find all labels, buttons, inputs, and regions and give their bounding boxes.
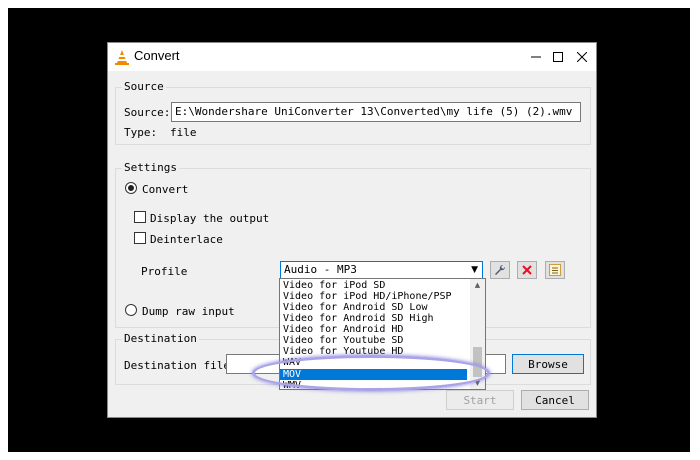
- source-group-label: Source: [122, 80, 166, 93]
- profile-option[interactable]: Video for Android SD High: [283, 313, 434, 324]
- profile-option[interactable]: Video for iPod HD/iPhone/PSP: [283, 291, 452, 302]
- highlight-ring-annotation: [252, 355, 490, 391]
- close-button[interactable]: [560, 43, 604, 71]
- list-icon: [549, 264, 561, 276]
- profile-option[interactable]: Video for Android SD Low: [283, 302, 428, 313]
- wrench-icon: [495, 264, 506, 275]
- dropdown-arrow-icon: ▼: [471, 265, 478, 275]
- title-bar: Convert: [108, 43, 596, 71]
- profile-selected-value: Audio - MP3: [284, 263, 357, 276]
- new-profile-button[interactable]: [545, 261, 565, 279]
- start-button[interactable]: Start: [446, 390, 514, 410]
- profile-select[interactable]: Audio - MP3 ▼: [280, 261, 483, 279]
- convert-radio[interactable]: [125, 182, 137, 194]
- source-path-field[interactable]: E:\Wondershare UniConverter 13\Converted…: [171, 102, 581, 122]
- delete-profile-button[interactable]: [517, 261, 537, 279]
- close-icon: [577, 52, 587, 62]
- profile-label: Profile: [141, 265, 188, 278]
- browse-button[interactable]: Browse: [512, 354, 584, 374]
- destination-group-label: Destination: [122, 332, 199, 345]
- cancel-button[interactable]: Cancel: [521, 390, 589, 410]
- destination-file-label: Destination file:: [124, 359, 237, 372]
- deinterlace-label: Deinterlace: [150, 233, 223, 246]
- profile-option[interactable]: Video for Android HD: [283, 324, 403, 335]
- dump-raw-label: Dump raw input: [142, 305, 235, 318]
- type-value: file: [170, 126, 197, 139]
- profile-option[interactable]: Video for iPod SD: [283, 280, 385, 291]
- edit-profile-button[interactable]: [490, 261, 510, 279]
- display-output-label: Display the output: [150, 212, 270, 225]
- type-label: Type:: [124, 126, 158, 139]
- source-label: Source:: [124, 106, 171, 119]
- profile-option[interactable]: Video for Youtube SD: [283, 335, 403, 346]
- red-x-icon: [522, 265, 532, 275]
- dump-raw-radio[interactable]: [125, 304, 137, 316]
- vlc-cone-icon: [115, 50, 129, 65]
- window-title: Convert: [134, 48, 180, 63]
- display-output-checkbox[interactable]: [134, 211, 146, 223]
- deinterlace-checkbox[interactable]: [134, 232, 146, 244]
- scroll-up-icon[interactable]: ▲: [470, 279, 485, 291]
- convert-label: Convert: [142, 183, 189, 196]
- settings-group-label: Settings: [122, 161, 179, 174]
